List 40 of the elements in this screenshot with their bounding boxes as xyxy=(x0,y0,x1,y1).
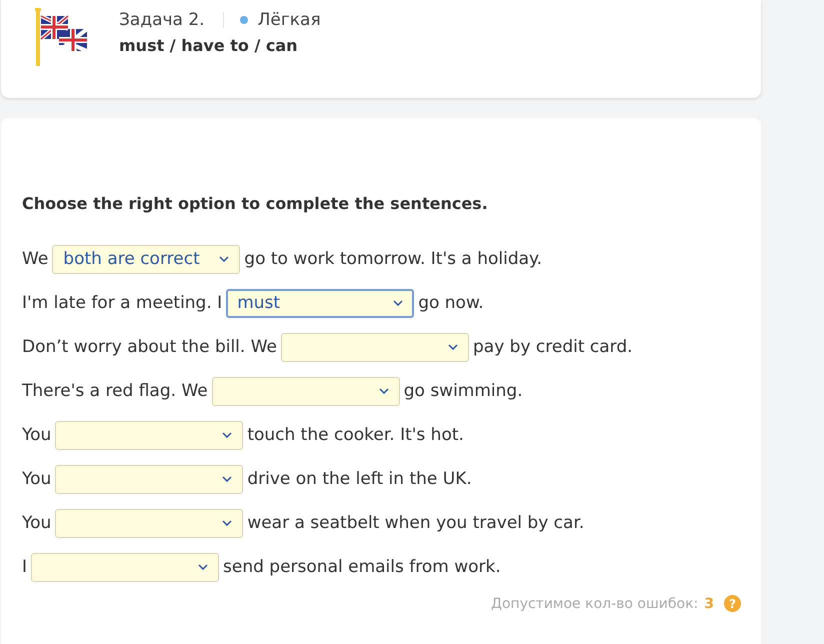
sentence-text: go swimming. xyxy=(404,381,523,401)
instruction-text: Choose the right option to complete the sentences. xyxy=(22,194,489,213)
difficulty-dot xyxy=(240,16,248,24)
option-dropdown[interactable]: must xyxy=(226,288,414,318)
flag-icon xyxy=(34,8,89,66)
sentence-text: go now. xyxy=(418,293,484,313)
sentence-text: send personal emails from work. xyxy=(223,557,501,577)
option-dropdown[interactable] xyxy=(31,552,220,582)
option-dropdown[interactable]: both are correct xyxy=(52,244,240,274)
chevron-down-icon xyxy=(393,300,404,306)
chevron-down-icon xyxy=(222,520,232,526)
sentence-text: You xyxy=(22,513,52,533)
sentence-text: drive on the left in the UK. xyxy=(247,469,472,489)
option-dropdown[interactable] xyxy=(55,420,244,450)
sentence-text: You xyxy=(22,425,52,445)
sentence-text: I'm late for a meeting. I xyxy=(22,293,222,313)
sentence-text: You xyxy=(22,469,52,489)
sentence-text: go to work tomorrow. It's a holiday. xyxy=(244,249,542,269)
chevron-down-icon xyxy=(448,344,458,350)
sentence-text: wear a seatbelt when you travel by car. xyxy=(247,513,584,533)
sentence-text: There's a red flag. We xyxy=(22,381,208,401)
chevron-down-icon xyxy=(198,564,208,570)
option-dropdown[interactable] xyxy=(55,464,244,494)
chevron-down-icon xyxy=(378,388,389,394)
sentence-text: touch the cooker. It's hot. xyxy=(247,425,464,445)
sentence-text: I xyxy=(22,557,28,577)
task-number: Задача 2. xyxy=(119,10,205,30)
chevron-down-icon xyxy=(222,432,232,438)
sentence-text: pay by credit card. xyxy=(472,337,633,357)
difficulty-label: Лёгкая xyxy=(258,10,321,30)
option-dropdown[interactable] xyxy=(212,376,400,406)
errors-allowed-count: 3 xyxy=(704,596,714,612)
chevron-down-icon xyxy=(219,256,230,262)
option-dropdown[interactable] xyxy=(55,508,244,538)
chevron-down-icon xyxy=(222,476,232,482)
sentence-text: We xyxy=(22,249,48,269)
task-title: must / have to / can xyxy=(119,36,299,55)
errors-allowed-label: Допустимое кол-во ошибок: xyxy=(491,596,698,612)
sentence-text: Don’t worry about the bill. We xyxy=(22,337,277,357)
option-dropdown[interactable] xyxy=(280,332,469,362)
